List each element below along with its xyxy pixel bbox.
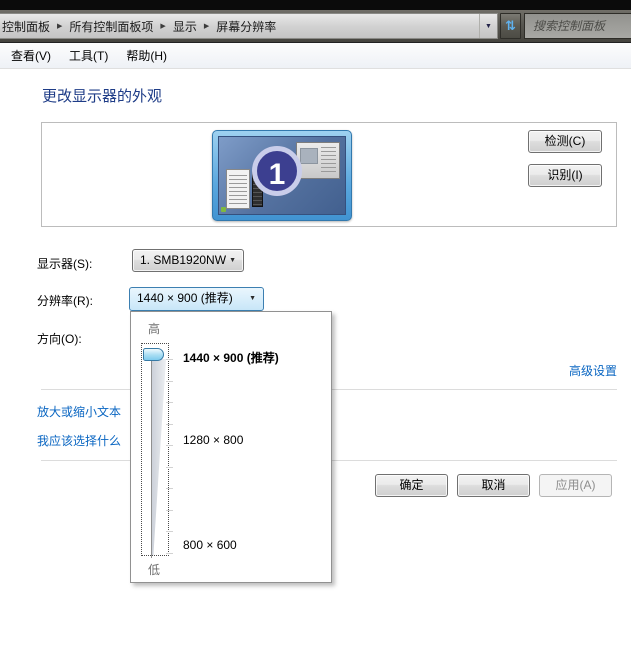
breadcrumb-arrow-icon: ▶ (57, 23, 63, 30)
resolution-slider-handle[interactable] (143, 348, 164, 361)
breadcrumb-arrow-icon: ▶ (203, 23, 210, 30)
slider-tick (166, 531, 173, 532)
search-box (524, 13, 631, 39)
menu-bar: 查看(V) 工具(T) 帮助(H) (0, 43, 631, 69)
document-thumbnail-lines (229, 172, 247, 206)
apply-button[interactable]: 应用(A) (539, 474, 612, 497)
breadcrumb-item-all-items[interactable]: 所有控制面板项 (63, 18, 159, 35)
slider-tick (166, 359, 173, 360)
monitor-number-badge: 1 (252, 146, 302, 196)
slider-tick (166, 424, 173, 425)
what-settings-link[interactable]: 我应该选择什么 (37, 432, 121, 449)
search-input[interactable] (525, 14, 631, 38)
ok-button[interactable]: 确定 (375, 474, 448, 497)
slider-high-label: 高 (148, 322, 161, 336)
address-dropdown-icon[interactable]: ▼ (479, 14, 497, 38)
slider-tick (166, 402, 173, 403)
resolution-option-1280x800[interactable]: 1280 × 800 (183, 433, 243, 447)
slider-tick (166, 467, 173, 468)
slider-tick (166, 381, 173, 382)
slider-tick (166, 510, 173, 511)
slider-tick (166, 553, 173, 554)
start-button-icon (221, 207, 226, 212)
refresh-icon: ⇅ (505, 18, 516, 33)
resolution-combo[interactable]: 1440 × 900 (推荐) ▼ (129, 287, 264, 311)
breadcrumb-arrow-icon: ▶ (160, 23, 166, 30)
resolution-combo-value: 1440 × 900 (推荐) (137, 291, 233, 305)
cancel-button[interactable]: 取消 (457, 474, 530, 497)
display-combo-value: 1. SMB1920NW (140, 253, 227, 267)
advanced-settings-link[interactable]: 高级设置 (569, 362, 617, 379)
refresh-button[interactable]: ⇅ (500, 13, 521, 39)
make-text-larger-link[interactable]: 放大或缩小文本 (37, 403, 121, 420)
resolution-dropdown-panel: 高 1440 × 900 (推荐) 1280 × 800 800 × 600 低 (130, 311, 332, 583)
orientation-label: 方向(O): (37, 332, 82, 346)
resolution-option-800x600[interactable]: 800 × 600 (183, 538, 237, 552)
breadcrumb-item-control-panel[interactable]: 控制面板 (0, 18, 56, 35)
menu-tools[interactable]: 工具(T) (60, 43, 117, 68)
page-title: 更改显示器的外观 (42, 88, 163, 105)
identify-button[interactable]: 识别(I) (528, 164, 602, 187)
resolution-label: 分辨率(R): (37, 294, 93, 308)
address-bar: 控制面板 ▶ 所有控制面板项 ▶ 显示 ▶ 屏幕分辨率 ▼ ⇅ (0, 10, 631, 43)
menu-view[interactable]: 查看(V) (2, 43, 60, 68)
window-thumbnail-lines (321, 147, 336, 175)
display-label: 显示器(S): (37, 257, 93, 271)
display-combo[interactable]: 1. SMB1920NW ▼ (132, 249, 244, 272)
breadcrumb-item-screen-resolution[interactable]: 屏幕分辨率 (210, 18, 282, 35)
window-thumbnail-icon (296, 142, 340, 179)
resolution-slider-track[interactable] (151, 357, 152, 558)
menu-help[interactable]: 帮助(H) (117, 43, 176, 68)
document-thumbnail-icon (226, 169, 250, 209)
slider-tick (166, 445, 173, 446)
window-titlebar-edge (0, 0, 631, 10)
chevron-down-icon: ▼ (229, 257, 236, 264)
monitor-screen: 1 (218, 136, 346, 215)
slider-tick (166, 488, 173, 489)
resolution-option-1440x900[interactable]: 1440 × 900 (推荐) (183, 349, 279, 366)
breadcrumb: 控制面板 ▶ 所有控制面板项 ▶ 显示 ▶ 屏幕分辨率 ▼ (0, 13, 498, 39)
slider-low-label: 低 (148, 563, 161, 577)
breadcrumb-item-display[interactable]: 显示 (167, 18, 203, 35)
chevron-down-icon: ▼ (249, 295, 256, 302)
detect-button[interactable]: 检测(C) (528, 130, 602, 153)
monitor-preview[interactable]: 1 (212, 130, 352, 221)
window-thumbnail-pane (300, 148, 318, 164)
screen-resolution-window: 控制面板 ▶ 所有控制面板项 ▶ 显示 ▶ 屏幕分辨率 ▼ ⇅ 查看(V) 工具… (0, 0, 631, 655)
